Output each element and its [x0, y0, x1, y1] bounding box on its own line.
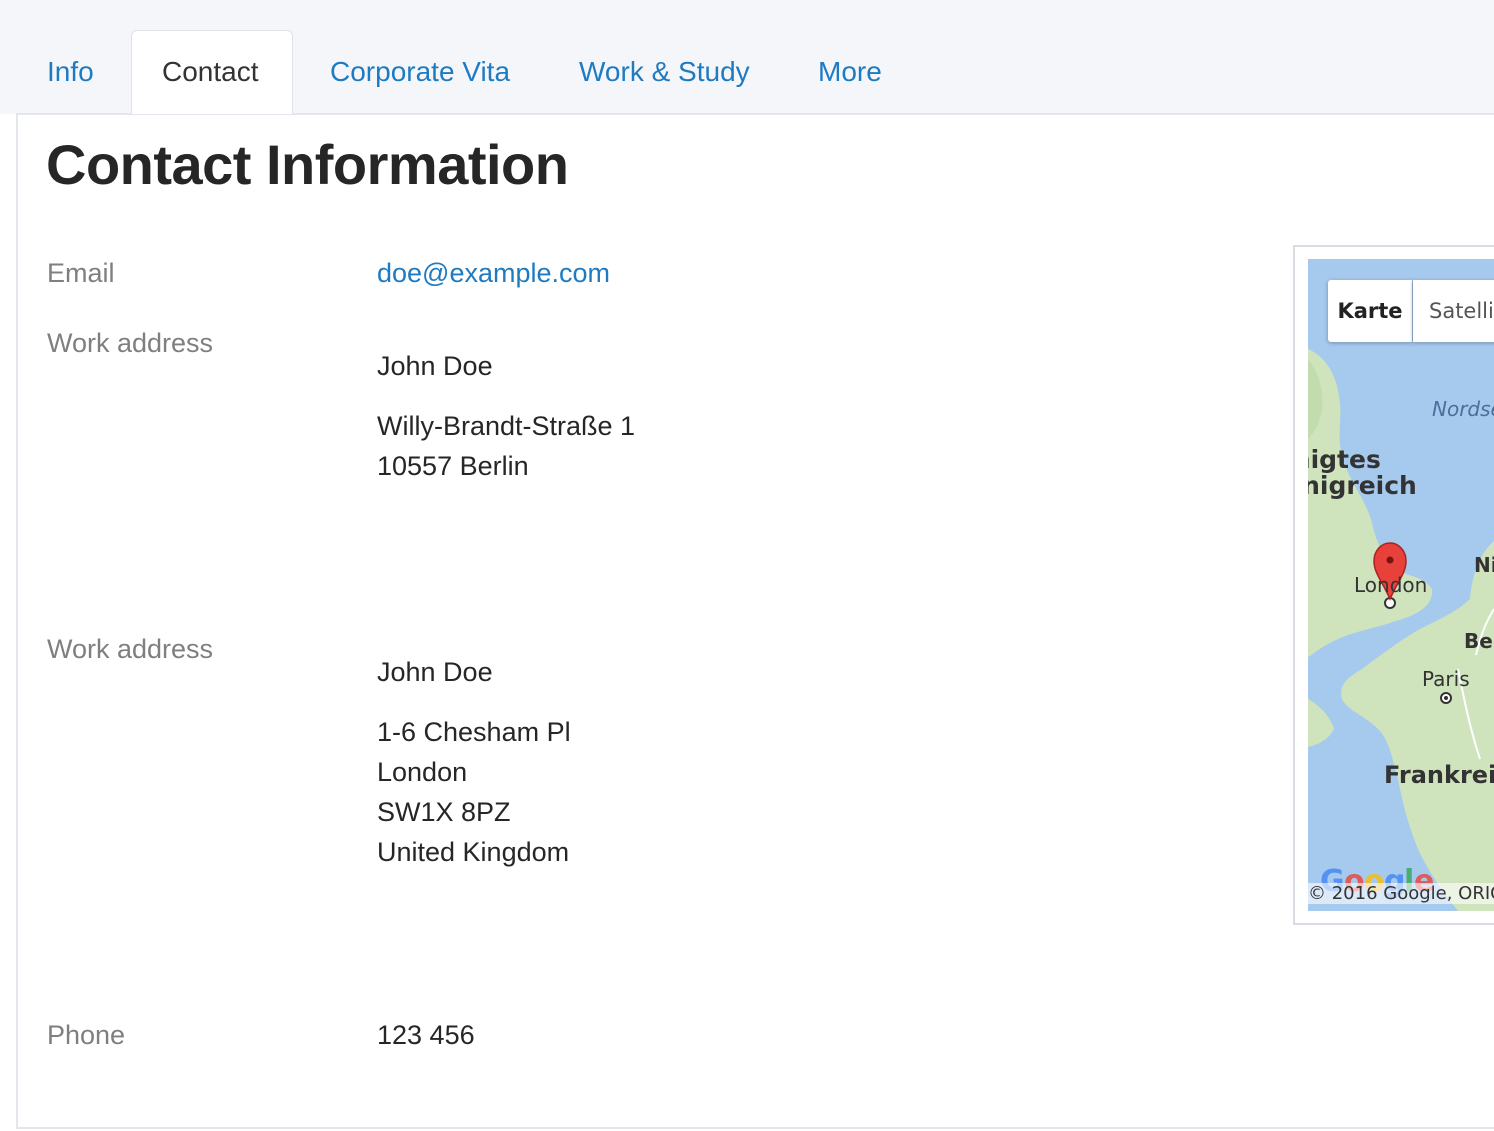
address-city: London — [377, 757, 468, 787]
address-postcode: SW1X 8PZ — [377, 797, 511, 827]
tab-contact[interactable]: Contact — [131, 30, 293, 114]
work-address-block: John Doe Willy-Brandt-Straße 1 10557 Ber… — [377, 346, 635, 486]
phone-label: Phone — [47, 1020, 126, 1050]
map[interactable]: G o o g l e Karte Satellit Nordsee Verei… — [1308, 259, 1494, 911]
phone-value: 123 456 — [377, 1020, 475, 1050]
tab-info[interactable]: Info — [47, 40, 94, 104]
map-label-paris: Paris — [1422, 667, 1470, 691]
address-name: John Doe — [377, 351, 493, 381]
tab-work-study[interactable]: Work & Study — [579, 40, 750, 104]
email-label: Email — [47, 258, 115, 288]
map-label-frankreich: Frankreich — [1384, 761, 1494, 789]
tab-more[interactable]: More — [818, 40, 882, 104]
map-label-london: London — [1354, 573, 1428, 597]
map-label-niederlande: Niederlande — [1474, 553, 1494, 577]
work-address-label: Work address — [47, 634, 214, 664]
work-address-block: John Doe 1-6 Chesham Pl London SW1X 8PZ … — [377, 652, 571, 872]
map-copyright: © 2016 Google, ORION-ME — [1308, 883, 1494, 904]
email-value: doe@example.com — [377, 258, 610, 289]
page-title: Contact Information — [46, 133, 569, 196]
address-country: United Kingdom — [377, 837, 570, 867]
address-street: Willy-Brandt-Straße 1 — [377, 411, 636, 441]
map-type-satellit-button[interactable]: Satellit — [1413, 280, 1494, 342]
map-label-nordsee: Nordsee — [1432, 397, 1494, 421]
tab-bar: Info Contact Corporate Vita Work & Study… — [0, 0, 1494, 114]
map-label-belgien: Belgien — [1464, 629, 1494, 653]
map-type-karte-button[interactable]: Karte — [1328, 280, 1412, 342]
email-link[interactable]: doe@example.com — [377, 258, 610, 288]
address-city: 10557 Berlin — [377, 451, 529, 481]
map-label-koenigreich: Königreich — [1308, 471, 1417, 500]
contact-panel — [16, 113, 1494, 1129]
map-label-vereinigtes: Vereinigtes — [1308, 445, 1381, 474]
address-name: John Doe — [377, 657, 493, 687]
address-street: 1-6 Chesham Pl — [377, 717, 571, 747]
work-address-label: Work address — [47, 328, 214, 358]
tab-corporate-vita[interactable]: Corporate Vita — [330, 40, 510, 104]
